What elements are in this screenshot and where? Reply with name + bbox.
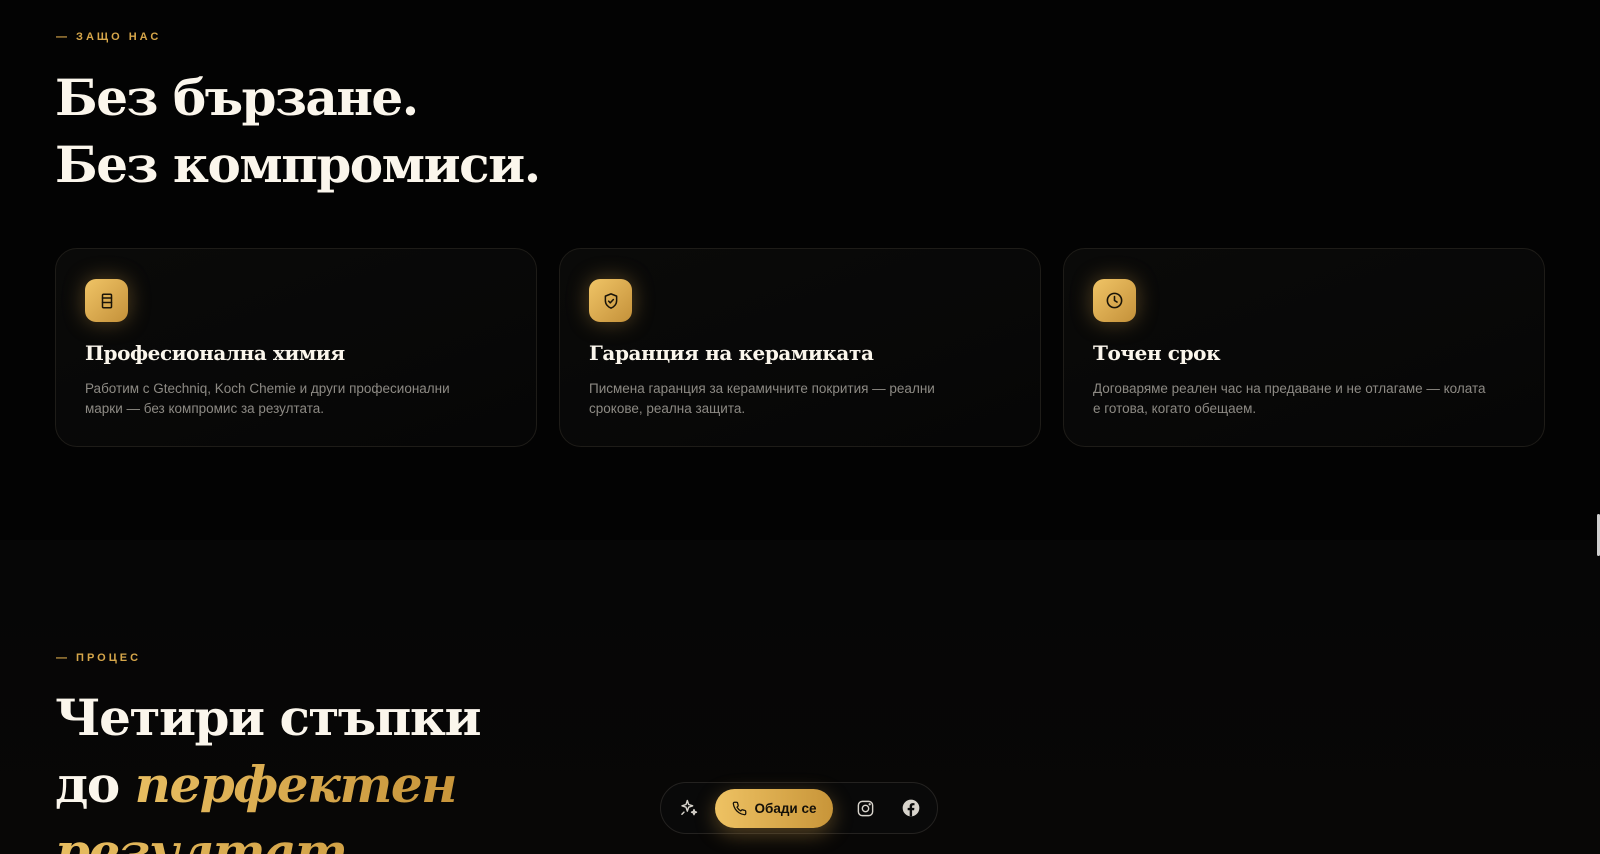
jar-icon [85, 279, 128, 322]
feature-card-description: Работим с Gtechniq, Koch Chemie и други … [85, 381, 450, 416]
call-button[interactable]: Обади се [715, 788, 833, 828]
why-us-headline: Без бързане. Без компромиси. [55, 64, 541, 198]
feature-card-title: Професионална химия [85, 341, 345, 365]
feature-card-description: Договаряме реален час на предаване и не … [1093, 381, 1486, 416]
process-headline-plain: до [55, 755, 135, 814]
phone-icon [732, 801, 746, 815]
facebook-icon[interactable] [897, 794, 925, 822]
why-us-eyebrow: — ЗАЩО НАС [56, 31, 162, 43]
process-headline-accent: перфектен [134, 755, 458, 814]
call-button-label: Обади се [754, 800, 817, 816]
feature-card-chemistry: Професионална химия Работим с Gtechniq, … [55, 248, 537, 447]
process-headline-line-3: резултат. [55, 818, 480, 854]
process-headline-line-2: до перфектен [55, 751, 480, 818]
feature-card-description: Писмена гаранция за керамичните покрития… [589, 381, 935, 416]
sparkle-icon[interactable] [675, 794, 703, 822]
process-eyebrow: — ПРОЦЕС [56, 652, 142, 664]
feature-card-title: Точен срок [1093, 341, 1221, 365]
why-us-headline-line-1: Без бързане. [55, 68, 419, 127]
feature-cards: Професионална химия Работим с Gtechniq, … [55, 248, 1545, 447]
process-headline-line-1: Четири стъпки [55, 688, 482, 747]
feature-card-title: Гаранция на керамиката [589, 341, 874, 365]
clock-icon [1093, 279, 1136, 322]
feature-card-deadline: Точен срок Договаряме реален час на пред… [1063, 248, 1545, 447]
shield-check-icon [589, 279, 632, 322]
process-headline: Четири стъпки до перфектен резултат. [55, 684, 482, 854]
instagram-icon[interactable] [851, 794, 879, 822]
feature-card-warranty: Гаранция на керамиката Писмена гаранция … [559, 248, 1041, 447]
why-us-headline-line-2: Без компромиси. [55, 135, 541, 194]
floating-action-dock: Обади се [660, 782, 938, 834]
